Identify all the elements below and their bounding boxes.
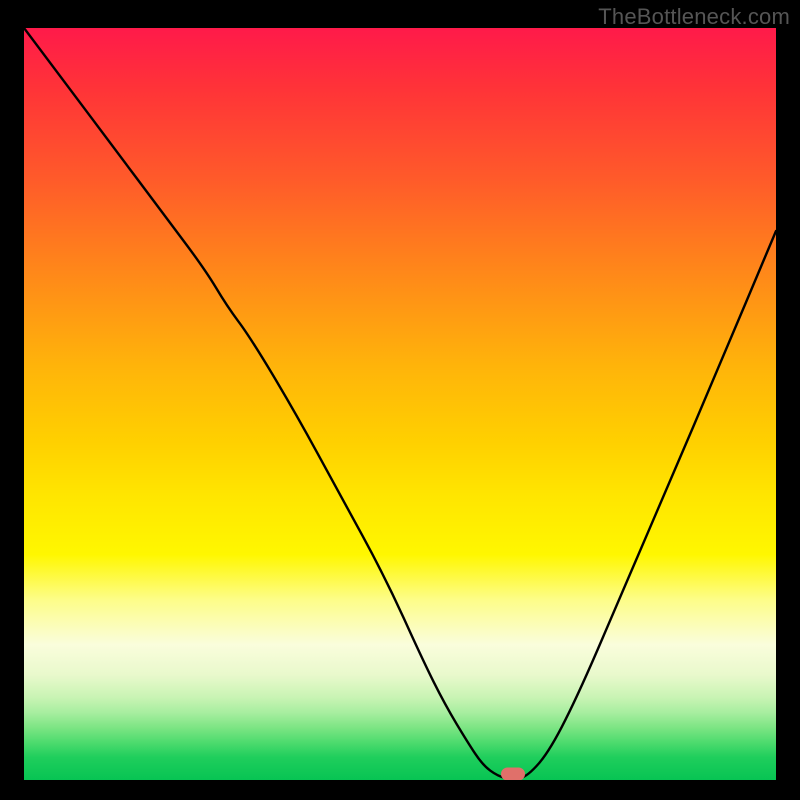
bottleneck-curve: [24, 28, 776, 780]
chart-frame: TheBottleneck.com: [0, 0, 800, 800]
watermark-text: TheBottleneck.com: [598, 4, 790, 30]
plot-area: [24, 28, 776, 780]
optimal-point-marker: [501, 767, 525, 780]
